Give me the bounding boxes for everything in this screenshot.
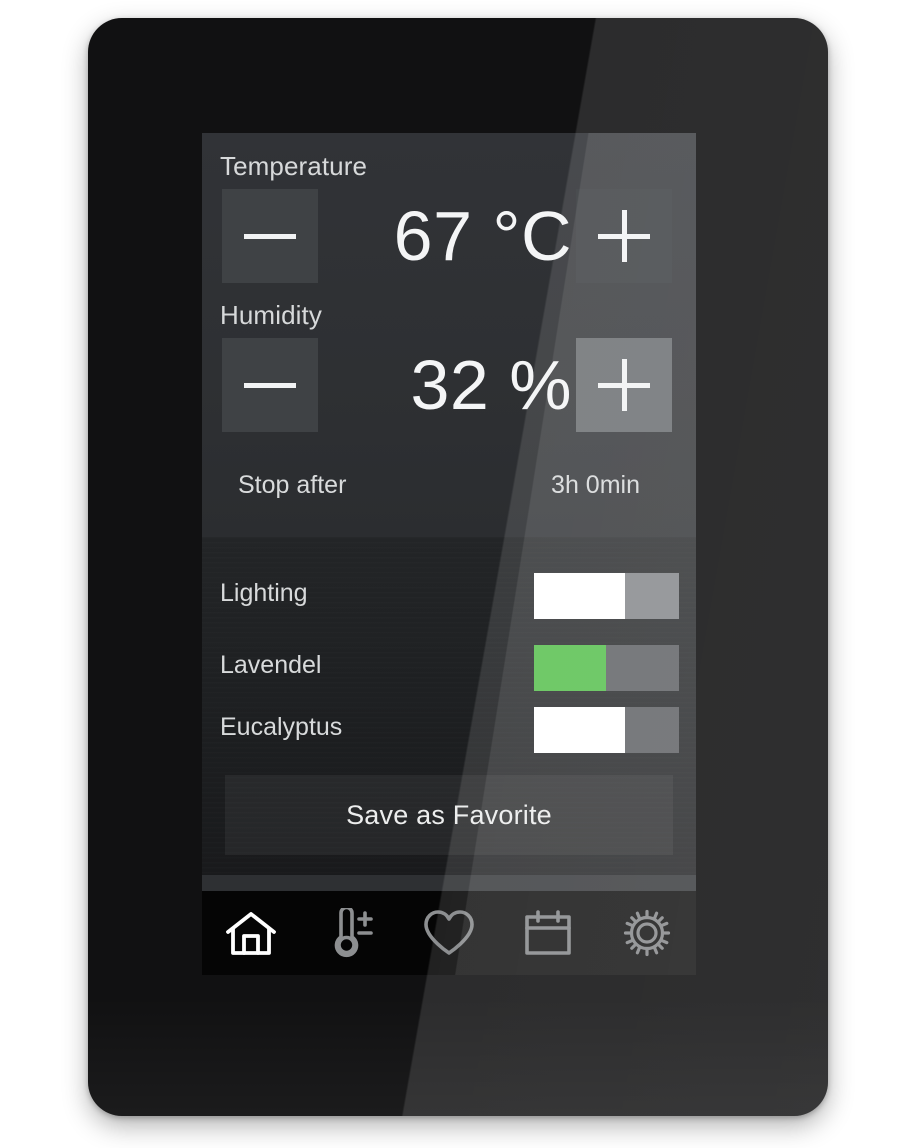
- temperature-increase-button[interactable]: [576, 189, 672, 283]
- toggle-label-lavendel: Lavendel: [220, 651, 322, 679]
- bottom-navigation-bar: [202, 891, 696, 975]
- toggle-label-lighting: Lighting: [220, 579, 308, 607]
- home-icon: [226, 912, 277, 955]
- nav-item-schedule[interactable]: [505, 891, 591, 975]
- toggle-switch-eucalyptus[interactable]: [534, 707, 679, 753]
- nav-item-home[interactable]: [208, 891, 294, 975]
- calendar-icon: [524, 910, 571, 955]
- plus-icon-bar-v: [621, 210, 627, 262]
- toggle-thumb: [534, 645, 606, 691]
- nav-item-settings[interactable]: [604, 891, 690, 975]
- gear-icon: [623, 909, 670, 957]
- plus-icon-bar-v: [621, 359, 627, 411]
- toggle-row-lighting: Lighting: [202, 565, 696, 627]
- humidity-label: Humidity: [220, 300, 322, 330]
- toggle-row-lavendel: Lavendel: [202, 637, 696, 699]
- humidity-value: 32 %: [410, 346, 572, 424]
- touch-screen: Temperature 67 °C Humidity 32 % Stop aft…: [202, 133, 696, 975]
- temperature-decrease-button[interactable]: [222, 189, 318, 283]
- toggle-thumb: [534, 573, 625, 619]
- toggle-thumb: [534, 707, 625, 753]
- nav-item-favorites[interactable]: [406, 891, 492, 975]
- humidity-decrease-button[interactable]: [222, 338, 318, 432]
- device-frame: Temperature 67 °C Humidity 32 % Stop aft…: [88, 18, 828, 1116]
- device-bottom-glow: [88, 996, 828, 1116]
- heart-icon: [424, 910, 474, 955]
- stop-after-value: 3h 0min: [551, 471, 640, 499]
- temperature-label: Temperature: [220, 151, 368, 181]
- thermometer-icon: [334, 908, 373, 958]
- stop-after-row[interactable]: Stop after 3h 0min: [202, 471, 696, 521]
- stop-after-label: Stop after: [238, 471, 347, 499]
- temperature-stepper: 67 °C: [202, 189, 696, 283]
- temperature-value: 67 °C: [393, 197, 572, 275]
- nav-item-climate[interactable]: [307, 891, 393, 975]
- minus-icon: [244, 382, 296, 388]
- toggle-row-eucalyptus: Eucalyptus: [202, 699, 696, 761]
- humidity-increase-button[interactable]: [576, 338, 672, 432]
- save-as-favorite-button[interactable]: Save as Favorite: [225, 775, 673, 855]
- minus-icon: [244, 233, 296, 239]
- screenshot-canvas: Temperature 67 °C Humidity 32 % Stop aft…: [0, 0, 922, 1148]
- toggle-switch-lighting[interactable]: [534, 573, 679, 619]
- toggle-switch-lavendel[interactable]: [534, 645, 679, 691]
- humidity-stepper: 32 %: [202, 338, 696, 432]
- toggle-label-eucalyptus: Eucalyptus: [220, 713, 343, 741]
